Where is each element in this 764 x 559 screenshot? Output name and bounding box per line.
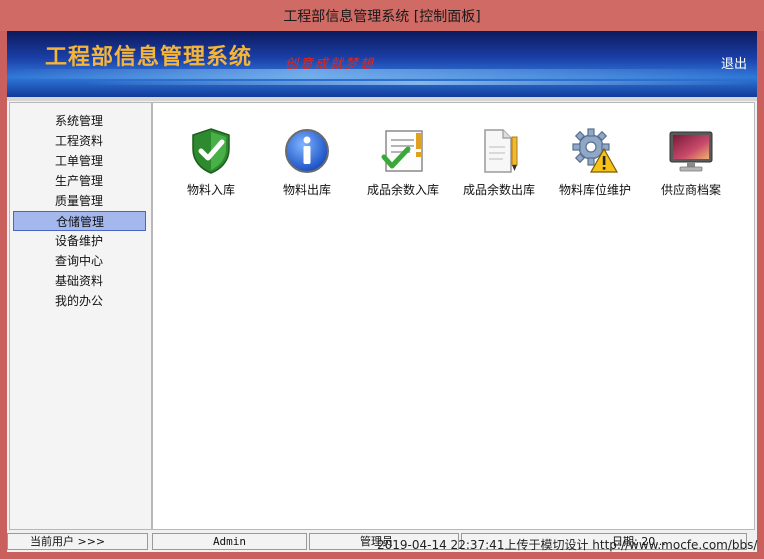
header-banner: 工程部信息管理系统 创意成就梦想 退出 <box>7 31 757 97</box>
app-title: 工程部信息管理系统 <box>45 45 253 70</box>
sidebar-item-basic-data[interactable]: 基础资料 <box>13 271 146 291</box>
monitor-icon <box>669 131 713 172</box>
tool-label: 物料入库 <box>186 183 235 197</box>
tool-label: 物料库位维护 <box>558 183 631 197</box>
gear-warning-icon <box>572 128 619 173</box>
sidebar-item-my-office[interactable]: 我的办公 <box>13 291 146 311</box>
sidebar-item-system[interactable]: 系统管理 <box>13 111 146 131</box>
tool-material-inbound[interactable]: 物料入库 <box>163 127 259 198</box>
tool-finished-surplus-outbound[interactable]: 成品余数出库 <box>451 127 547 198</box>
current-user-name: Admin <box>152 533 307 550</box>
tool-material-outbound[interactable]: 物料出库 <box>259 127 355 198</box>
upload-watermark: 2019-04-14 22:37:41上传于模切设计 http://www.mo… <box>377 538 758 552</box>
sidebar-item-production[interactable]: 生产管理 <box>13 171 146 191</box>
window-titlebar: 工程部信息管理系统 [控制面板] <box>0 0 764 31</box>
tool-label: 物料出库 <box>282 183 331 197</box>
current-user-label: 当前用户 >>> <box>7 533 148 550</box>
sidebar-item-query-center[interactable]: 查询中心 <box>13 251 146 271</box>
info-icon <box>285 129 329 173</box>
header-divider <box>7 97 757 101</box>
main-panel: 物料入库 物料出库 成品余数入库 成品余数出库 物料库位维护 供应商档案 <box>152 102 755 530</box>
tool-label: 成品余数出库 <box>462 183 535 197</box>
tool-supplier-records[interactable]: 供应商档案 <box>643 127 739 198</box>
sidebar-menu: 系统管理 工程资料 工单管理 生产管理 质量管理 仓储管理 设备维护 查询中心 … <box>13 111 146 311</box>
sidebar-item-equipment[interactable]: 设备维护 <box>13 231 146 251</box>
document-pencil-icon <box>484 129 518 173</box>
sidebar: 系统管理 工程资料 工单管理 生产管理 质量管理 仓储管理 设备维护 查询中心 … <box>9 102 152 530</box>
tool-label: 供应商档案 <box>660 183 721 197</box>
window-title: 工程部信息管理系统 [控制面板] <box>283 8 481 25</box>
sidebar-item-warehouse[interactable]: 仓储管理 <box>13 211 146 231</box>
sidebar-item-engineering-docs[interactable]: 工程资料 <box>13 131 146 151</box>
slogan: 创意成就梦想 <box>285 57 376 72</box>
app-window: 工程部信息管理系统 创意成就梦想 退出 系统管理 工程资料 工单管理 生产管理 … <box>7 31 757 552</box>
document-check-icon <box>381 130 423 172</box>
banner-light-streak-2 <box>7 81 757 85</box>
sidebar-item-work-orders[interactable]: 工单管理 <box>13 151 146 171</box>
tool-finished-surplus-inbound[interactable]: 成品余数入库 <box>355 127 451 198</box>
shield-check-icon <box>192 128 230 174</box>
sidebar-item-quality[interactable]: 质量管理 <box>13 191 146 211</box>
logout-link[interactable]: 退出 <box>721 53 747 72</box>
tool-material-location[interactable]: 物料库位维护 <box>547 127 643 198</box>
tool-label: 成品余数入库 <box>366 183 439 197</box>
